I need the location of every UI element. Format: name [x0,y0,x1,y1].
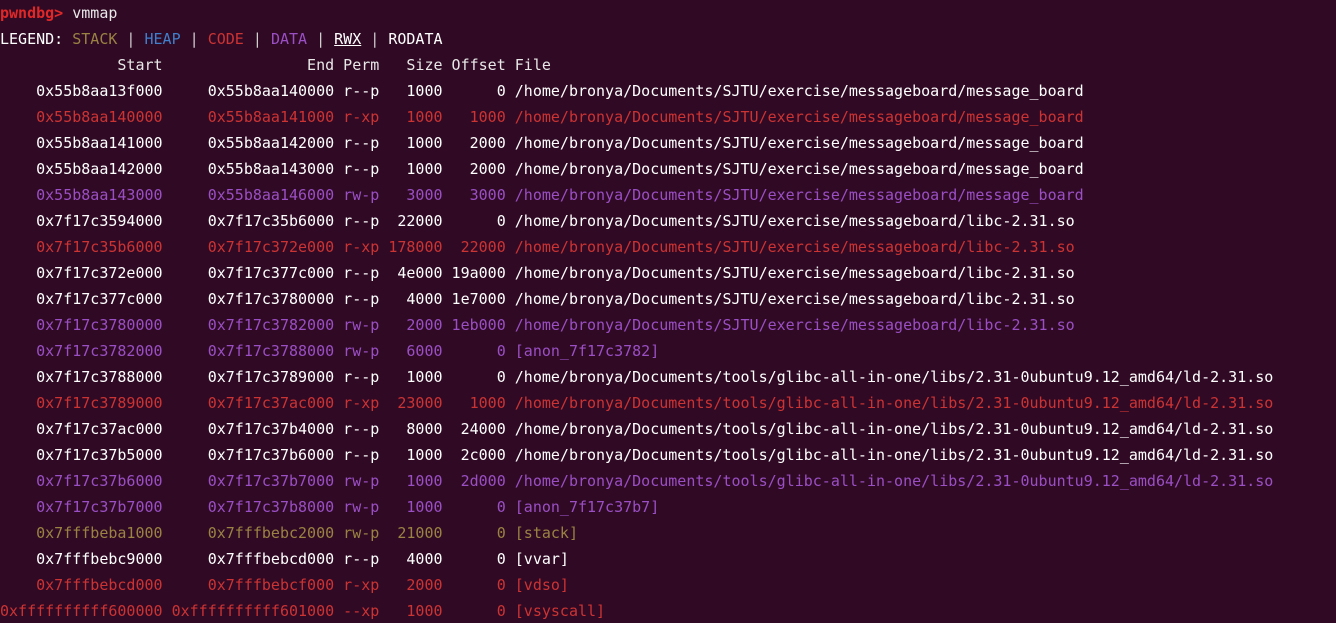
vmmap-table-body: 0x55b8aa13f000 0x55b8aa140000 r--p 1000 … [0,78,1336,623]
table-row: 0xffffffffff600000 0xffffffffff601000 --… [0,602,606,620]
legend-item-code: CODE [207,30,244,48]
table-row: 0x7f17c37b7000 0x7f17c37b8000 rw-p 1000 … [0,498,660,516]
table-row: 0x7f17c372e000 0x7f17c377c000 r--p 4e000… [0,264,1075,282]
table-row: 0x7f17c3780000 0x7f17c3782000 rw-p 2000 … [0,316,1075,334]
legend-separator: | [361,30,380,48]
table-row: 0x7f17c377c000 0x7f17c3780000 r--p 4000 … [0,290,1075,308]
table-row: 0x7fffbebc9000 0x7fffbebcd000 r--p 4000 … [0,550,569,568]
prompt-line: pwndbg> vmmap [0,0,1336,26]
table-row: 0x55b8aa13f000 0x55b8aa140000 r--p 1000 … [0,82,1084,100]
table-row: 0x7f17c3789000 0x7f17c37ac000 r-xp 23000… [0,394,1274,412]
legend-item-stack: STACK [72,30,118,48]
legend-separator: | [307,30,326,48]
legend-item-heap: HEAP [144,30,181,48]
table-row: 0x7f17c3594000 0x7f17c35b6000 r--p 22000… [0,212,1075,230]
table-row: 0x55b8aa143000 0x55b8aa146000 rw-p 3000 … [0,186,1084,204]
table-header-text: Start End Perm Size Offset File [0,56,551,74]
table-row: 0x7f17c3788000 0x7f17c3789000 r--p 1000 … [0,368,1274,386]
table-row: 0x7f17c37ac000 0x7f17c37b4000 r--p 8000 … [0,420,1274,438]
table-row: 0x55b8aa140000 0x55b8aa141000 r-xp 1000 … [0,108,1084,126]
legend-separator: | [180,30,199,48]
table-row: 0x7fffbeba1000 0x7fffbebc2000 rw-p 21000… [0,524,578,542]
table-row: 0x55b8aa142000 0x55b8aa143000 r--p 1000 … [0,160,1084,178]
table-row: 0x7f17c37b6000 0x7f17c37b7000 rw-p 1000 … [0,472,1274,490]
legend-line: LEGEND: STACK | HEAP | CODE | DATA | RWX… [0,26,1336,52]
terminal-window: pwndbg> vmmap LEGEND: STACK | HEAP | COD… [0,0,1336,623]
legend-item-rodata: RODATA [388,30,443,48]
table-header-row: Start End Perm Size Offset File [0,52,1336,78]
prompt-text: pwndbg> [0,4,64,22]
legend-item-data: DATA [270,30,308,48]
table-row: 0x7fffbebcd000 0x7fffbebcf000 r-xp 2000 … [0,576,569,594]
table-row: 0x55b8aa141000 0x55b8aa142000 r--p 1000 … [0,134,1084,152]
legend-item-rwx: RWX [334,30,362,48]
legend-items: STACK | HEAP | CODE | DATA | RWX | RODAT… [63,30,442,48]
legend-separator: | [243,30,262,48]
command-text: vmmap [72,4,118,22]
legend-separator: | [117,30,136,48]
table-row: 0x7f17c3782000 0x7f17c3788000 rw-p 6000 … [0,342,660,360]
table-row: 0x7f17c35b6000 0x7f17c372e000 r-xp 17800… [0,238,1075,256]
table-row: 0x7f17c37b5000 0x7f17c37b6000 r--p 1000 … [0,446,1274,464]
legend-label: LEGEND: [0,30,64,48]
